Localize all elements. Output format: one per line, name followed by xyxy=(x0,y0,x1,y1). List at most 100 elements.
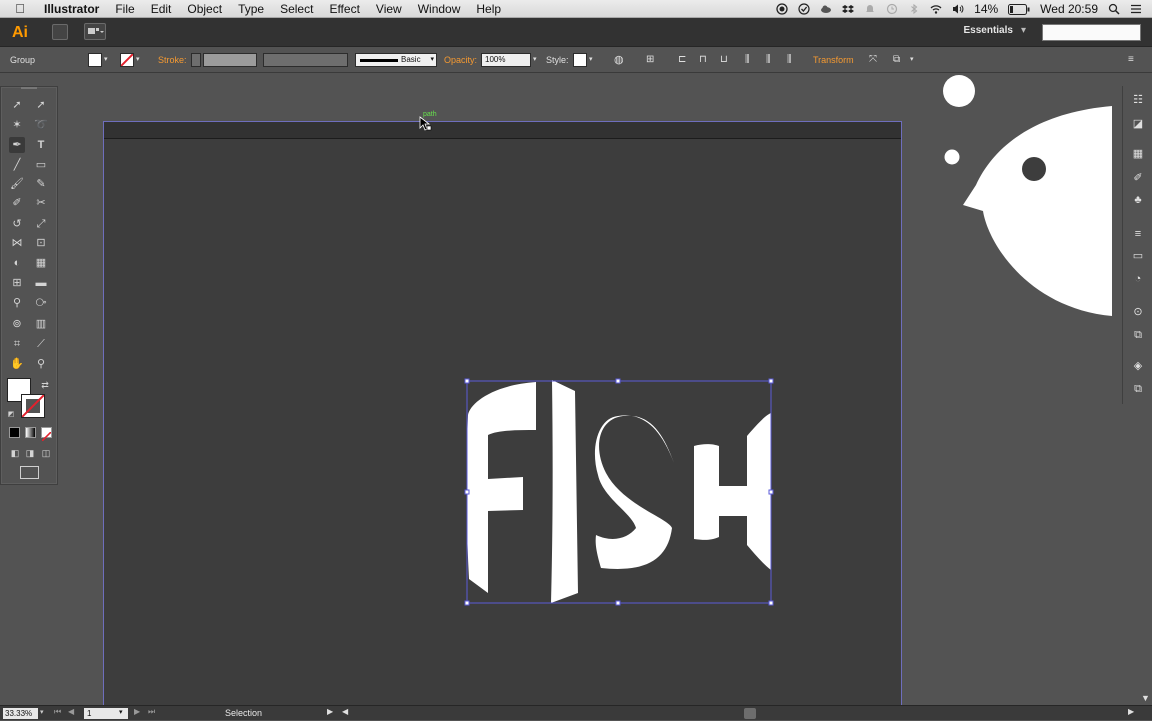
eyedropper-tool-icon[interactable]: ⚲ xyxy=(9,295,25,311)
blend-tool-icon[interactable]: ⧂ xyxy=(33,295,49,311)
distribute-horizontal-icon[interactable]: ⫼ xyxy=(745,47,750,73)
bubble-large[interactable] xyxy=(943,75,975,107)
magic-wand-tool-icon[interactable]: ✶ xyxy=(9,117,25,133)
variable-width-profile-select[interactable] xyxy=(263,53,348,67)
line-tool-icon[interactable]: ╱ xyxy=(9,157,25,173)
symbol-sprayer-tool-icon[interactable]: ⊚ xyxy=(9,316,25,332)
paintbrush-tool-icon[interactable]: 🖌 xyxy=(9,176,25,192)
column-graph-tool-icon[interactable]: ▥ xyxy=(33,316,49,332)
control-panel-menu-icon[interactable]: ≡ xyxy=(1128,47,1134,73)
handle-middle-right[interactable] xyxy=(768,489,774,495)
first-artboard-icon[interactable]: ⏮ xyxy=(54,707,61,717)
shape-builder-tool-icon[interactable]: ◐ xyxy=(9,255,25,271)
volume-icon[interactable] xyxy=(952,3,964,15)
artboards-panel-icon[interactable]: ⧉ xyxy=(1131,383,1145,395)
handle-bottom-left[interactable] xyxy=(464,600,470,606)
stroke-weight-field[interactable] xyxy=(203,53,257,67)
status-mode-label[interactable]: Selection xyxy=(225,706,262,721)
graphic-style-swatch[interactable] xyxy=(573,53,587,67)
perspective-grid-tool-icon[interactable]: ▦ xyxy=(33,255,49,271)
align-left-icon[interactable]: ⊏ xyxy=(678,47,686,73)
menu-window[interactable]: Window xyxy=(410,0,469,18)
opacity-field[interactable]: 100% xyxy=(481,53,531,67)
lasso-tool-icon[interactable]: ➰ xyxy=(33,117,49,133)
slice-tool-icon[interactable]: ⟋ xyxy=(33,336,49,352)
menubar-clock[interactable]: Wed 20:59 xyxy=(1040,2,1098,16)
direct-selection-tool-icon[interactable]: ➚ xyxy=(33,97,49,113)
next-artboard-icon[interactable]: ▶ xyxy=(134,707,140,716)
gradient-panel-icon[interactable]: ▭ xyxy=(1131,250,1145,262)
fill-color-swatch[interactable] xyxy=(88,53,102,67)
panel-grip[interactable] xyxy=(21,87,37,89)
eraser-tool-icon[interactable]: ✂ xyxy=(33,195,49,211)
scale-tool-icon[interactable]: ⤢ xyxy=(33,216,49,232)
bluetooth-icon[interactable] xyxy=(908,3,920,15)
menu-file[interactable]: File xyxy=(107,0,142,18)
letter-f[interactable] xyxy=(466,382,536,593)
menu-help[interactable]: Help xyxy=(468,0,509,18)
graphic-styles-panel-icon[interactable]: ⧉ xyxy=(1131,329,1145,341)
align-bottom-icon[interactable]: ⊔ xyxy=(720,47,728,73)
color-guide-icon[interactable]: ☷ xyxy=(1131,94,1145,106)
handle-top-right[interactable] xyxy=(768,378,774,384)
symbols-panel-icon[interactable]: ♣ xyxy=(1131,194,1145,206)
checkmark-circle-icon[interactable] xyxy=(798,3,810,15)
screen-mode-button[interactable] xyxy=(20,466,39,479)
stroke-dropdown-arrow-icon[interactable]: ▾ xyxy=(136,47,140,73)
zoom-tool-icon[interactable]: ⚲ xyxy=(33,356,49,372)
menu-app-name[interactable]: Illustrator xyxy=(40,0,107,18)
letter-i[interactable] xyxy=(551,380,578,603)
type-tool-icon[interactable]: T xyxy=(33,137,49,153)
record-icon[interactable] xyxy=(776,3,788,15)
stroke-swatch[interactable] xyxy=(21,394,45,418)
rectangle-tool-icon[interactable]: ▭ xyxy=(33,157,49,173)
battery-icon[interactable] xyxy=(1008,3,1030,15)
mesh-tool-icon[interactable]: ⊞ xyxy=(9,275,25,291)
menu-type[interactable]: Type xyxy=(230,0,272,18)
menu-edit[interactable]: Edit xyxy=(143,0,180,18)
bridge-button[interactable] xyxy=(52,24,68,40)
apple-menu-icon[interactable]:  xyxy=(0,1,40,16)
list-icon[interactable] xyxy=(1130,3,1142,15)
distribute-right-icon[interactable]: ⫼ xyxy=(787,47,792,73)
status-menu-arrow-icon[interactable]: ▶ xyxy=(327,707,333,716)
letter-s[interactable] xyxy=(594,415,674,569)
style-dropdown-arrow-icon[interactable]: ▾ xyxy=(589,47,593,73)
menu-view[interactable]: View xyxy=(368,0,410,18)
width-tool-icon[interactable]: ⋈ xyxy=(9,235,25,251)
free-transform-tool-icon[interactable]: ⊡ xyxy=(33,235,49,251)
artwork-layer[interactable] xyxy=(58,73,1122,705)
arrange-documents-button[interactable] xyxy=(84,23,106,40)
pen-tool-icon[interactable]: ✒ xyxy=(9,137,25,153)
artboard-dropdown-icon[interactable]: ▾ xyxy=(119,708,123,716)
stroke-weight-stepper[interactable] xyxy=(191,53,201,67)
help-search-input[interactable] xyxy=(1042,24,1141,41)
handle-top-left[interactable] xyxy=(464,378,470,384)
distribute-center-icon[interactable]: ⫼ xyxy=(766,47,771,73)
time-machine-icon[interactable] xyxy=(886,3,898,15)
gradient-tool-icon[interactable]: ▬ xyxy=(33,275,49,291)
fill-dropdown-arrow-icon[interactable]: ▾ xyxy=(104,47,108,73)
isolate-group-icon[interactable]: ⤧ xyxy=(869,47,877,73)
search-icon[interactable] xyxy=(1108,3,1120,15)
notification-bell-icon[interactable] xyxy=(864,3,876,15)
battery-percentage[interactable]: 14% xyxy=(974,2,998,16)
zoom-dropdown-icon[interactable]: ▾ xyxy=(40,708,44,716)
align-to-icon[interactable]: ⊞ xyxy=(646,47,654,73)
selection-tool-icon[interactable]: ➚ xyxy=(9,97,25,113)
dropbox-icon[interactable] xyxy=(842,3,855,15)
artboard-tool-icon[interactable]: ⌗ xyxy=(9,336,25,352)
recolor-artwork-icon[interactable]: ◍ xyxy=(614,47,624,73)
menu-object[interactable]: Object xyxy=(179,0,230,18)
scroll-down-arrow-icon[interactable]: ▼ xyxy=(1141,693,1150,703)
scroll-right-arrow-icon[interactable]: ▶ xyxy=(1128,707,1134,716)
stroke-label[interactable]: Stroke: xyxy=(158,47,187,73)
appearance-panel-icon[interactable]: ⊙ xyxy=(1131,306,1145,318)
opacity-label[interactable]: Opacity: xyxy=(444,47,477,73)
handle-bottom-center[interactable] xyxy=(615,600,621,606)
align-top-icon[interactable]: ⊓ xyxy=(699,47,707,73)
brushes-panel-icon[interactable]: ✐ xyxy=(1131,172,1145,184)
draw-inside-icon[interactable]: ◫ xyxy=(38,445,54,461)
rotate-tool-icon[interactable]: ↺ xyxy=(9,216,25,232)
default-fill-stroke-icon[interactable]: ◩ xyxy=(3,407,19,423)
